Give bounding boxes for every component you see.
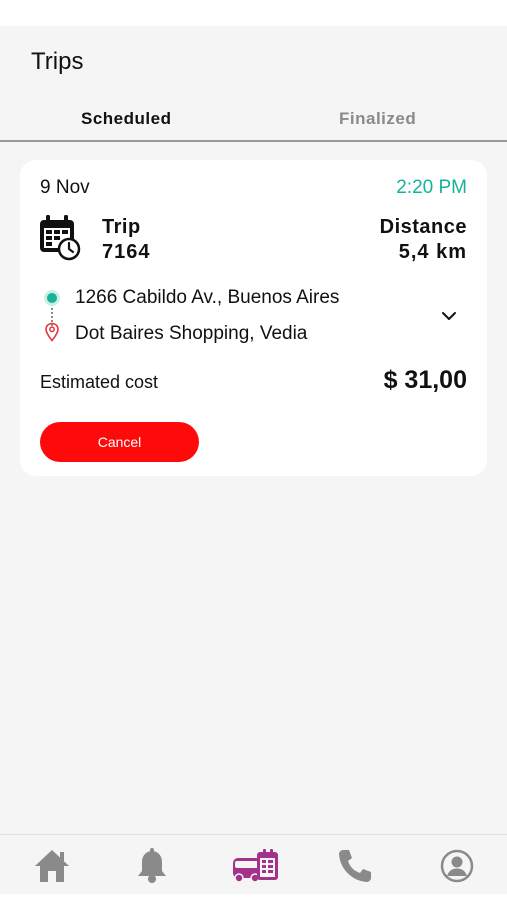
trip-number: 7164 (102, 241, 151, 263)
nav-phone[interactable] (335, 847, 375, 885)
trips-screen: Trips Scheduled Finalized 9 Nov 2:20 PM … (0, 26, 507, 894)
trip-date: 9 Nov (40, 177, 90, 198)
tab-bar: Scheduled Finalized (0, 102, 507, 142)
distance-value: 5,4 km (398, 241, 467, 263)
distance-label: Distance (379, 216, 467, 238)
location-pin-icon (45, 322, 59, 342)
page-title: Trips (31, 48, 84, 75)
bottom-nav (0, 834, 507, 894)
trip-time: 2:20 PM (396, 177, 467, 198)
cancel-button[interactable]: Cancel (40, 422, 199, 462)
tab-finalized[interactable]: Finalized (339, 109, 416, 129)
estimated-cost-value: $ 31,00 (383, 366, 467, 394)
chevron-down-icon[interactable] (441, 310, 457, 322)
tab-scheduled[interactable]: Scheduled (81, 109, 171, 129)
trips-icon (233, 849, 278, 883)
nav-home[interactable] (32, 847, 72, 885)
nav-notifications[interactable] (132, 847, 172, 885)
estimated-cost-label: Estimated cost (40, 372, 159, 392)
profile-icon (440, 849, 474, 883)
nav-profile[interactable] (437, 847, 477, 885)
phone-icon (339, 850, 371, 882)
bell-icon (138, 848, 166, 883)
destination-address: Dot Baires Shopping, Vedia (75, 323, 308, 344)
origin-dot-icon (44, 290, 60, 306)
home-icon (35, 850, 69, 882)
trip-card: 9 Nov 2:20 PM Trip 7164 Distance 5,4 km … (20, 160, 487, 476)
nav-trips[interactable] (232, 847, 280, 885)
origin-address: 1266 Cabildo Av., Buenos Aires (75, 287, 340, 308)
calendar-clock-icon (40, 215, 81, 261)
trip-label: Trip (102, 216, 141, 238)
